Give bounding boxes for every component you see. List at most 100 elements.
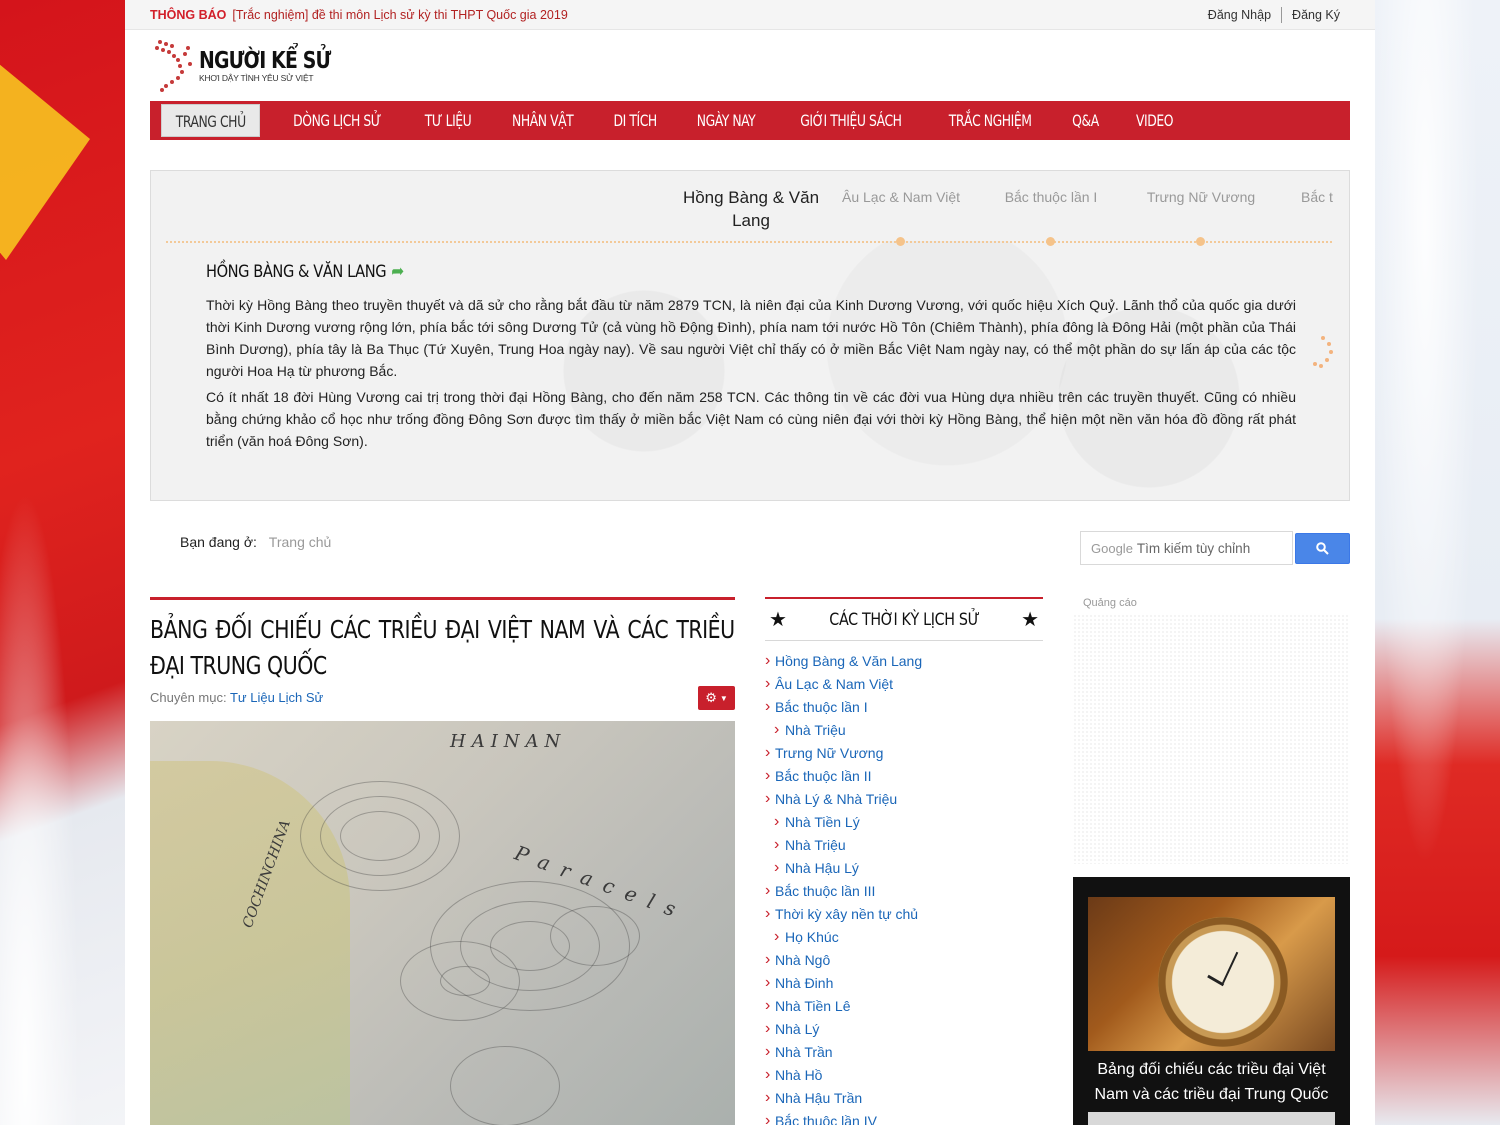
nav-item-history-flow[interactable]: DÒNG LỊCH SỬ	[280, 104, 395, 137]
era-item[interactable]: Nhà Trần	[765, 1042, 1043, 1066]
featured-article: BẢNG ĐỐI CHIẾU CÁC TRIỀU ĐẠI VIỆT NAM VÀ…	[150, 597, 735, 1125]
map-contour	[440, 966, 490, 996]
custom-search: Google Tìm kiếm tùy chỉnh	[1080, 531, 1350, 565]
register-link[interactable]: Đăng Ký	[1282, 8, 1350, 22]
era-item[interactable]: Hồng Bàng & Văn Lang	[765, 651, 1043, 675]
timeline-heading: HỒNG BÀNG & VĂN LANG ➦	[206, 261, 404, 282]
timeline-paragraph: Thời kỳ Hồng Bàng theo truyền thuyết và …	[206, 297, 1296, 379]
era-item[interactable]: Nhà Ngô	[765, 950, 1043, 974]
history-eras-widget: ★ CÁC THỜI KỲ LỊCH SỬ ★ Hồng Bàng & Văn …	[765, 597, 1043, 1125]
map-contour	[550, 906, 640, 966]
notice-link[interactable]: [Trắc nghiệm] đề thi môn Lịch sử kỳ thi …	[232, 8, 567, 22]
loading-dots-icon	[1311, 336, 1335, 372]
era-item[interactable]: Nhà Hậu Trần	[765, 1088, 1043, 1112]
main-nav: TRANG CHỦ DÒNG LỊCH SỬ TƯ LIỆU NHÂN VẬT …	[150, 101, 1350, 140]
flag-background-left	[0, 0, 125, 1125]
timeline-tab-au-lac[interactable]: Âu Lạc & Nam Việt	[821, 189, 981, 205]
article-map-image[interactable]: COCHINCHINA Paracels HAINAN	[150, 721, 735, 1125]
ad-slot[interactable]	[1073, 614, 1350, 864]
timeline-dot[interactable]	[896, 237, 905, 246]
login-link[interactable]: Đăng Nhập	[1198, 8, 1281, 22]
nav-item-video[interactable]: VIDEO	[1122, 104, 1187, 137]
category-label: Chuyên mục:	[150, 690, 227, 705]
timeline-tab-hong-bang[interactable]: Hồng Bàng & Văn Lang	[671, 186, 831, 232]
category-link[interactable]: Tư Liệu Lịch Sử	[230, 690, 323, 705]
timeline-heading-text: HỒNG BÀNG & VĂN LANG	[206, 261, 387, 282]
featured-post-preview-strip	[1088, 1112, 1335, 1125]
era-item[interactable]: Bắc thuộc lần I	[765, 697, 1043, 721]
timeline-tab-bac-thuoc-1[interactable]: Bắc thuộc lần I	[971, 189, 1131, 205]
site-name: NGƯỜI KỂ SỬ	[199, 48, 331, 74]
era-subitem[interactable]: Nhà Triệu	[765, 720, 1043, 744]
timeline-line	[166, 241, 1332, 243]
breadcrumb: Bạn đang ở: Trang chủ	[180, 534, 331, 550]
featured-post-caption[interactable]: Bảng đối chiếu các triều đại Việt Nam và…	[1083, 1057, 1340, 1107]
map-contour	[340, 811, 420, 861]
era-item[interactable]: Âu Lạc & Nam Việt	[765, 674, 1043, 698]
era-item[interactable]: Trưng Nữ Vương	[765, 743, 1043, 767]
flag-star	[0, 40, 90, 260]
era-item[interactable]: Bắc thuộc lần III	[765, 881, 1043, 905]
timeline-paragraph: Có ít nhất 18 đời Hùng Vương cai trị tro…	[206, 389, 1296, 449]
search-placeholder: Tìm kiếm tùy chỉnh	[1136, 540, 1251, 556]
timeline-tabs: Hồng Bàng & Văn Lang Âu Lạc & Nam Việt B…	[151, 186, 1349, 236]
featured-post-image[interactable]	[1088, 897, 1335, 1051]
timeline-dot[interactable]	[1046, 237, 1055, 246]
gear-icon: ⚙	[705, 690, 717, 705]
nav-item-documents[interactable]: TƯ LIỆU	[411, 104, 485, 137]
timeline-tab-trung-nu-vuong[interactable]: Trưng Nữ Vương	[1121, 189, 1281, 205]
nav-item-figures[interactable]: NHÂN VẬT	[498, 104, 587, 137]
nav-item-books[interactable]: GIỚI THIỆU SÁCH	[787, 104, 916, 137]
nav-item-today[interactable]: NGÀY NAY	[683, 104, 769, 137]
map-contour	[450, 1046, 560, 1125]
map-label: HAINAN	[450, 731, 567, 752]
timeline-description: Thời kỳ Hồng Bàng theo truyền thuyết và …	[206, 294, 1296, 456]
era-item[interactable]: Bắc thuộc lần IV	[765, 1111, 1043, 1125]
flag-background-right	[1375, 0, 1500, 1125]
era-subitem[interactable]: Nhà Hậu Lý	[765, 858, 1043, 882]
era-item[interactable]: Nhà Đinh	[765, 973, 1043, 997]
eras-header: ★ CÁC THỜI KỲ LỊCH SỬ ★	[765, 599, 1043, 641]
era-subitem[interactable]: Nhà Triệu	[765, 835, 1043, 859]
era-item[interactable]: Nhà Tiền Lê	[765, 996, 1043, 1020]
notice-label: THÔNG BÁO	[150, 7, 227, 22]
breadcrumb-home[interactable]: Trang chủ	[269, 534, 332, 550]
era-item[interactable]: Thời kỳ xây nền tự chủ	[765, 904, 1043, 928]
nav-item-qa[interactable]: Q&A	[1059, 104, 1113, 137]
ads-label: Quảng cáo	[1083, 597, 1137, 609]
search-icon	[1316, 542, 1329, 555]
article-title[interactable]: BẢNG ĐỐI CHIẾU CÁC TRIỀU ĐẠI VIỆT NAM VÀ…	[150, 612, 735, 684]
header: NGƯỜI KỂ SỬ KHƠI DẬY TÌNH YÊU SỬ VIỆT	[125, 30, 1375, 100]
timeline-slider: Hồng Bàng & Văn Lang Âu Lạc & Nam Việt B…	[150, 170, 1350, 501]
vietnam-map-icon	[150, 38, 195, 92]
eras-title: CÁC THỜI KỲ LỊCH SỬ	[828, 609, 980, 630]
era-item[interactable]: Nhà Lý & Nhà Triệu	[765, 789, 1043, 813]
site-logo[interactable]: NGƯỜI KỂ SỬ KHƠI DẬY TÌNH YÊU SỬ VIỆT	[150, 38, 359, 92]
caret-down-icon: ▼	[719, 693, 728, 703]
notice-bar: THÔNG BÁO [Trắc nghiệm] đề thi môn Lịch …	[125, 0, 1375, 30]
article-tools-button[interactable]: ⚙ ▼	[698, 686, 735, 710]
article-category: Chuyên mục: Tư Liệu Lịch Sử	[150, 690, 735, 705]
nav-item-home[interactable]: TRANG CHỦ	[161, 104, 261, 137]
star-icon: ★	[769, 609, 787, 631]
era-item[interactable]: Bắc thuộc lần II	[765, 766, 1043, 790]
article-top-rule	[150, 597, 735, 600]
eras-list: Hồng Bàng & Văn LangÂu Lạc & Nam ViệtBắc…	[765, 651, 1043, 1125]
search-input[interactable]: Google Tìm kiếm tùy chỉnh	[1080, 531, 1293, 565]
era-item[interactable]: Nhà Hồ	[765, 1065, 1043, 1089]
search-button[interactable]	[1295, 533, 1350, 564]
breadcrumb-label: Bạn đang ở:	[180, 534, 257, 550]
timeline-tab-bac-thuoc-2[interactable]: Bắc t	[1271, 189, 1349, 205]
era-subitem[interactable]: Họ Khúc	[765, 927, 1043, 951]
page: THÔNG BÁO [Trắc nghiệm] đề thi môn Lịch …	[125, 0, 1375, 1125]
share-arrow-icon[interactable]: ➦	[391, 261, 404, 282]
era-item[interactable]: Nhà Lý	[765, 1019, 1043, 1043]
star-icon: ★	[1021, 609, 1039, 631]
nav-item-quiz[interactable]: TRẮC NGHIỆM	[935, 104, 1045, 137]
timeline-dot[interactable]	[1196, 237, 1205, 246]
featured-post-widget[interactable]: Bảng đối chiếu các triều đại Việt Nam và…	[1073, 877, 1350, 1125]
nav-item-relics[interactable]: DI TÍCH	[600, 104, 671, 137]
auth-links: Đăng Nhập Đăng Ký	[1198, 6, 1350, 23]
era-subitem[interactable]: Nhà Tiền Lý	[765, 812, 1043, 836]
google-brand: Google	[1091, 540, 1133, 556]
